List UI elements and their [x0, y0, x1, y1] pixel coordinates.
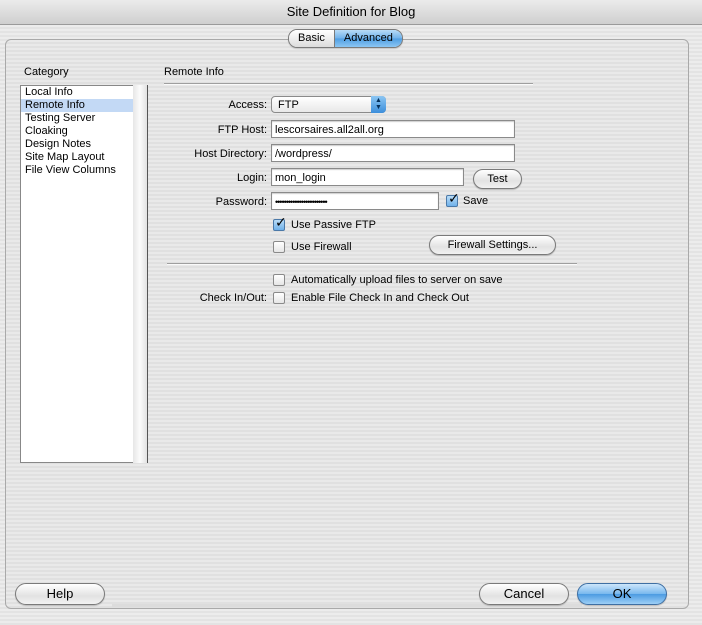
firewall-settings-button[interactable]: Firewall Settings... [429, 235, 556, 255]
tab-bar: Basic Advanced [288, 29, 403, 48]
access-select[interactable]: FTP ▲ ▼ [271, 96, 386, 113]
save-checkbox[interactable]: ✓ [446, 190, 460, 207]
firewall-checkbox[interactable] [273, 241, 285, 253]
login-input[interactable]: mon_login [271, 168, 464, 186]
category-item-site-map-layout[interactable]: Site Map Layout [21, 151, 133, 164]
tab-advanced[interactable]: Advanced [334, 30, 402, 47]
category-heading: Category [24, 66, 69, 78]
access-label: Access: [228, 99, 267, 111]
auto-upload-checkbox[interactable] [273, 274, 285, 286]
test-button[interactable]: Test [473, 169, 522, 189]
host-directory-input[interactable]: /wordpress/ [271, 144, 515, 162]
password-label: Password: [215, 196, 267, 208]
category-item-local-info[interactable]: Local Info [21, 86, 133, 99]
cancel-button[interactable]: Cancel [479, 583, 569, 605]
category-item-cloaking[interactable]: Cloaking [21, 125, 133, 138]
section-title: Remote Info [164, 66, 224, 78]
category-item-testing-server[interactable]: Testing Server [21, 112, 133, 125]
save-label: Save [463, 195, 489, 207]
category-list[interactable]: Local Info Remote Info Testing Server Cl… [20, 85, 134, 463]
auto-upload-label: Automatically upload files to server on … [291, 274, 503, 286]
check-in-out-label: Check In/Out: [199, 292, 267, 304]
access-value: FTP [278, 99, 299, 111]
host-directory-label: Host Directory: [194, 148, 267, 160]
checkmark-icon: ✓ [275, 214, 287, 230]
tab-basic[interactable]: Basic [289, 30, 335, 47]
ftp-host-input[interactable]: lescorsaires.all2all.org [271, 120, 515, 138]
passive-ftp-label: Use Passive FTP [291, 219, 376, 231]
category-item-remote-info[interactable]: Remote Info [21, 99, 133, 112]
category-scrollbar[interactable] [133, 85, 148, 463]
section-divider-2 [167, 263, 577, 265]
up-down-arrows-icon: ▲ ▼ [371, 96, 386, 113]
category-item-design-notes[interactable]: Design Notes [21, 138, 133, 151]
check-in-out-checkbox[interactable] [273, 292, 285, 304]
login-label: Login: [237, 172, 267, 184]
password-input[interactable]: •••••••••••••••••••••••• [271, 192, 439, 210]
window-title: Site Definition for Blog [0, 0, 702, 25]
ftp-host-label: FTP Host: [217, 124, 267, 136]
ok-button[interactable]: OK [577, 583, 667, 605]
category-item-file-view-columns[interactable]: File View Columns [21, 164, 133, 177]
help-button[interactable]: Help [15, 583, 105, 605]
section-divider [164, 83, 533, 85]
firewall-label: Use Firewall [291, 241, 352, 253]
passive-ftp-checkbox[interactable]: ✓ [273, 214, 287, 231]
check-in-out-option-label: Enable File Check In and Check Out [291, 292, 469, 304]
checkmark-icon: ✓ [448, 190, 460, 206]
